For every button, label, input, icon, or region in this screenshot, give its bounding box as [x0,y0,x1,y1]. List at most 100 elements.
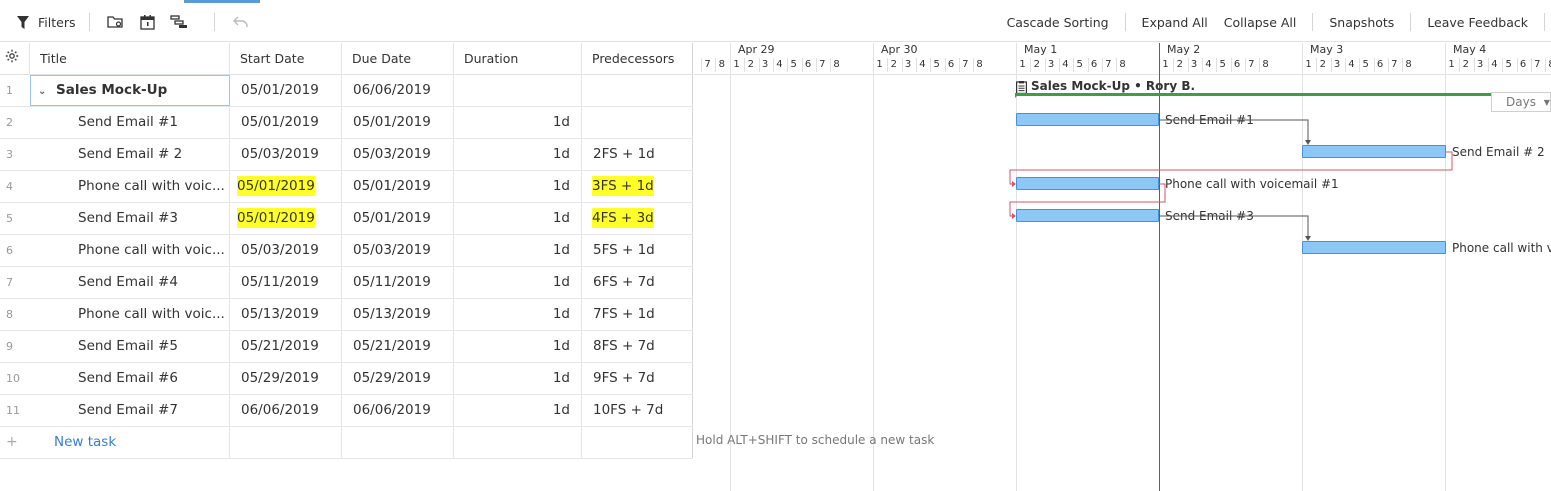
title-cell[interactable]: Phone call with voic... [30,299,230,330]
start-date-cell[interactable]: 05/03/2019 [230,235,342,266]
duration-cell[interactable]: 1d [454,331,582,362]
start-date-cell[interactable]: 05/01/2019 [230,75,342,106]
column-header-due-date[interactable]: Due Date [342,43,454,74]
row-number: 9 [6,340,13,353]
title-cell[interactable]: Send Email #6 [30,363,230,394]
folder-settings-icon[interactable] [104,11,126,33]
start-date-cell[interactable]: 05/03/2019 [230,139,342,170]
start-date-cell[interactable]: 05/01/2019 [230,203,342,234]
calendar-icon[interactable] [136,11,158,33]
predecessors-cell[interactable]: 4FS + 3d [582,203,693,234]
undo-icon[interactable] [229,11,251,33]
duration-cell[interactable]: 1d [454,395,582,426]
table-row[interactable]: 8 Phone call with voic... 05/13/2019 05/… [0,299,693,331]
predecessors-cell[interactable] [582,107,693,138]
table-row[interactable]: 2 Send Email #1 05/01/2019 05/01/2019 1d [0,107,693,139]
arrow-head [1305,236,1311,241]
new-task-link[interactable]: New task [30,427,230,458]
row-number: 5 [6,212,13,225]
chevron-down-icon[interactable]: ⌄ [38,76,50,106]
leave-feedback-button[interactable]: Leave Feedback [1419,15,1544,30]
due-date-cell[interactable]: 06/06/2019 [342,395,454,426]
dependency-link [1009,183,1166,217]
start-date-cell[interactable]: 05/01/2019 [230,107,342,138]
title-cell[interactable]: Phone call with voic... [30,235,230,266]
due-date-cell[interactable]: 05/11/2019 [342,267,454,298]
column-header-title[interactable]: Title [30,43,230,74]
due-date-cell[interactable]: 06/06/2019 [342,75,454,106]
title-cell[interactable]: Send Email #1 [30,107,230,138]
table-row[interactable]: 6 Phone call with voic... 05/03/2019 05/… [0,235,693,267]
dependency-link [1159,119,1309,141]
predecessors-cell[interactable] [582,75,693,106]
predecessors-cell[interactable]: 6FS + 7d [582,267,693,298]
column-header-predecessors[interactable]: Predecessors [582,43,693,74]
predecessors-cell[interactable]: 5FS + 1d [582,235,693,266]
table-row[interactable]: 7 Send Email #4 05/11/2019 05/11/2019 1d… [0,267,693,299]
row-number: 6 [6,244,13,257]
predecessors-cell[interactable]: 10FS + 7d [582,395,693,426]
duration-cell[interactable]: 1d [454,235,582,266]
start-date-cell[interactable]: 05/21/2019 [230,331,342,362]
duration-cell[interactable] [454,75,582,106]
filters-button[interactable]: Filters [14,13,75,31]
due-date-cell[interactable]: 05/03/2019 [342,139,454,170]
start-date-cell[interactable]: 05/29/2019 [230,363,342,394]
toolbar: Filters Cascade Sorting Expand All Colla… [0,0,1551,42]
title-cell[interactable]: Phone call with voic... [30,171,230,202]
collapse-all-button[interactable]: Collapse All [1216,15,1305,30]
title-cell[interactable]: Send Email #5 [30,331,230,362]
table-row[interactable]: 3 Send Email # 2 05/03/2019 05/03/2019 1… [0,139,693,171]
table-row[interactable]: 11 Send Email #7 06/06/2019 06/06/2019 1… [0,395,693,427]
gear-icon [5,43,19,74]
title-cell[interactable]: ⌄ Sales Mock-Up [30,75,230,106]
due-date-cell[interactable]: 05/03/2019 [342,235,454,266]
due-date-cell[interactable]: 05/01/2019 [342,203,454,234]
predecessors-cell[interactable]: 2FS + 1d [582,139,693,170]
predecessors-cell[interactable]: 8FS + 7d [582,331,693,362]
filter-icon [14,13,32,31]
dependency-link [1009,151,1453,185]
start-date-cell[interactable]: 05/11/2019 [230,267,342,298]
duration-cell[interactable]: 1d [454,299,582,330]
due-date-cell[interactable]: 05/01/2019 [342,171,454,202]
duration-cell[interactable]: 1d [454,139,582,170]
start-date-cell[interactable]: 05/01/2019 [230,171,342,202]
table-row[interactable]: 4 Phone call with voic... 05/01/2019 05/… [0,171,693,203]
gantt-view-icon[interactable] [168,11,190,33]
predecessors-cell[interactable]: 7FS + 1d [582,299,693,330]
highlighted-start-date: 05/01/2019 [237,208,315,228]
duration-cell[interactable]: 1d [454,363,582,394]
table-row-parent[interactable]: 1 ⌄ Sales Mock-Up 05/01/2019 06/06/2019 [0,75,693,107]
table-row[interactable]: 9 Send Email #5 05/21/2019 05/21/2019 1d… [0,331,693,363]
duration-cell[interactable]: 1d [454,171,582,202]
row-number: 8 [6,308,13,321]
table-row[interactable]: 5 Send Email #3 05/01/2019 05/01/2019 1d… [0,203,693,235]
column-settings-button[interactable] [0,43,30,74]
add-row-icon[interactable]: + [0,427,30,458]
row-number: 7 [6,276,13,289]
start-date-cell[interactable]: 05/13/2019 [230,299,342,330]
due-date-cell[interactable]: 05/29/2019 [342,363,454,394]
column-header-start-date[interactable]: Start Date [230,43,342,74]
column-header-duration[interactable]: Duration [454,43,582,74]
title-cell[interactable]: Send Email # 2 [30,139,230,170]
title-cell[interactable]: Send Email #4 [30,267,230,298]
table-row[interactable]: 10 Send Email #6 05/29/2019 05/29/2019 1… [0,363,693,395]
due-date-cell[interactable]: 05/01/2019 [342,107,454,138]
title-cell[interactable]: Send Email #7 [30,395,230,426]
predecessors-cell[interactable]: 9FS + 7d [582,363,693,394]
due-date-cell[interactable]: 05/13/2019 [342,299,454,330]
duration-cell[interactable]: 1d [454,107,582,138]
predecessors-cell[interactable]: 3FS + 1d [582,171,693,202]
start-date-cell[interactable]: 06/06/2019 [230,395,342,426]
gantt-chart[interactable]: Apr 29 Apr 30 May 1 May 2 May 3 May 4 78… [694,43,1551,491]
due-date-cell[interactable]: 05/21/2019 [342,331,454,362]
snapshots-button[interactable]: Snapshots [1321,15,1402,30]
cascade-sorting-button[interactable]: Cascade Sorting [999,15,1117,30]
new-task-row[interactable]: + New task [0,427,693,459]
expand-all-button[interactable]: Expand All [1134,15,1216,30]
duration-cell[interactable]: 1d [454,203,582,234]
title-cell[interactable]: Send Email #3 [30,203,230,234]
duration-cell[interactable]: 1d [454,267,582,298]
